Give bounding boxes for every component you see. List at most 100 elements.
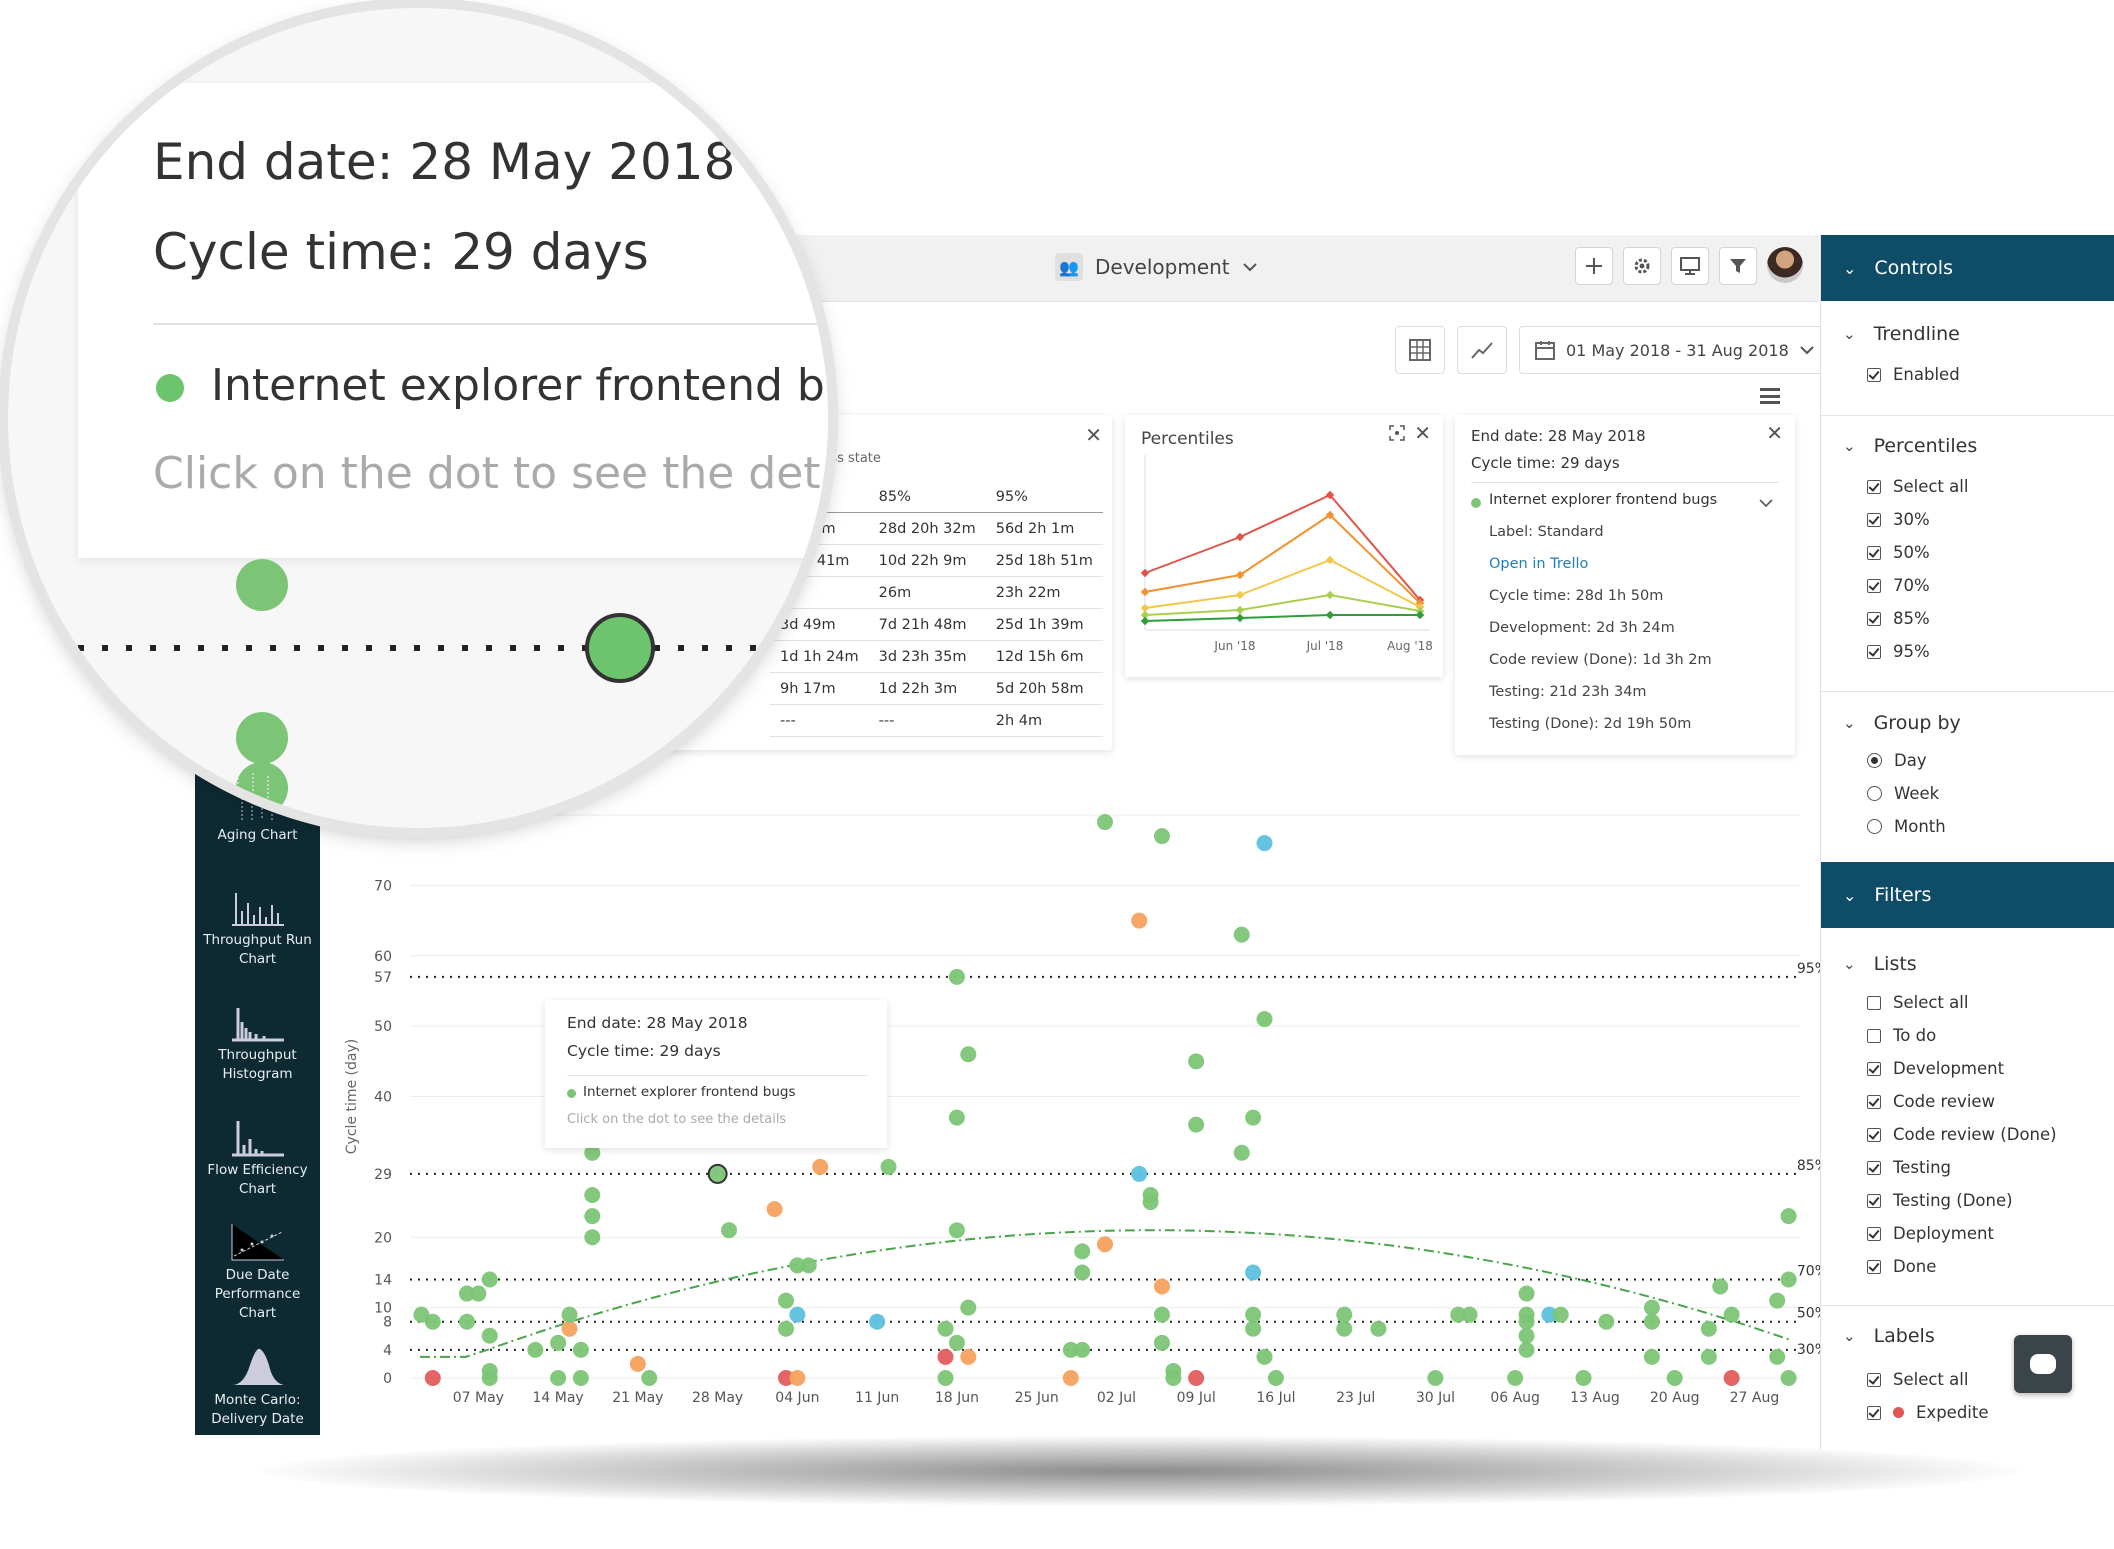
- checkbox[interactable]: [1867, 1226, 1881, 1241]
- date-range-picker[interactable]: 01 May 2018 - 31 Aug 2018: [1519, 326, 1830, 374]
- option-label: Day: [1894, 751, 1927, 770]
- detail-line: Testing: 21d 23h 34m: [1489, 684, 1647, 700]
- data-point: [1507, 1370, 1524, 1386]
- list-option[interactable]: To do: [1867, 1026, 1936, 1045]
- data-point: [641, 1370, 658, 1386]
- chevron-down-icon: ⌄: [1843, 325, 1856, 343]
- x-tick-label: 07 May: [453, 1390, 504, 1406]
- data-point: [721, 1222, 738, 1239]
- checkbox[interactable]: [1867, 1405, 1881, 1420]
- data-point: [1780, 1271, 1797, 1288]
- x-tick-label: 02 Jul: [1097, 1390, 1136, 1406]
- list-option[interactable]: Select all: [1867, 993, 1968, 1012]
- table-cell: 25d 18h 51m: [985, 544, 1103, 577]
- checkbox[interactable]: [1867, 479, 1881, 494]
- percentile-option[interactable]: 85%: [1867, 609, 1930, 628]
- nav-flow-efficiency-chart[interactable]: Flow Efficiency Chart: [195, 1115, 320, 1199]
- checkbox[interactable]: [1867, 367, 1881, 382]
- checkbox[interactable]: [1867, 1028, 1881, 1043]
- line-chart-icon[interactable]: [1457, 326, 1507, 374]
- data-point: [1643, 1348, 1660, 1365]
- checkbox[interactable]: [1867, 545, 1881, 560]
- menu-icon[interactable]: [1760, 388, 1780, 404]
- data-point: [1062, 1370, 1079, 1386]
- checkbox[interactable]: [1867, 512, 1881, 527]
- y-tick-label: 29: [374, 1167, 392, 1183]
- groupby-option-week[interactable]: Week: [1867, 784, 1939, 803]
- trendline-enabled-option[interactable]: Enabled: [1867, 365, 1960, 384]
- right-sidebar: ⌄ Controls ⌄ Trendline Enabled ⌄ Percent…: [1820, 235, 2114, 1450]
- checkbox[interactable]: [1867, 1193, 1881, 1208]
- close-icon[interactable]: ✕: [1085, 423, 1102, 447]
- nav-monte-carlo-delivery-date[interactable]: Monte Carlo: Delivery Date: [195, 1345, 320, 1429]
- section-title: Lists: [1873, 953, 1917, 975]
- list-option[interactable]: Development: [1867, 1059, 2004, 1078]
- percentile-option[interactable]: 30%: [1867, 510, 1930, 529]
- checkbox[interactable]: [1867, 644, 1881, 659]
- nav-throughput-histogram[interactable]: Throughput Histogram: [195, 1000, 320, 1084]
- checkbox[interactable]: [1867, 1259, 1881, 1274]
- list-option[interactable]: Testing (Done): [1867, 1191, 2013, 1210]
- monitor-icon[interactable]: [1671, 247, 1709, 285]
- table-icon[interactable]: [1395, 326, 1445, 374]
- y-tick-label: 57: [374, 970, 392, 986]
- data-point: [584, 1229, 601, 1246]
- gear-icon[interactable]: [1623, 247, 1661, 285]
- radio[interactable]: [1867, 819, 1882, 834]
- checkbox[interactable]: [1867, 1061, 1881, 1076]
- percentile-option[interactable]: 50%: [1867, 543, 1930, 562]
- chevron-down-icon[interactable]: [1759, 499, 1773, 508]
- filter-icon[interactable]: [1719, 247, 1757, 285]
- option-label: Code review: [1893, 1092, 1996, 1111]
- percentiles-section[interactable]: ⌄ Percentiles: [1843, 435, 1977, 457]
- nav-due-date-performance-chart[interactable]: Due Date Performance Chart: [195, 1220, 320, 1323]
- x-tick-label: 30 Jul: [1416, 1390, 1455, 1406]
- list-option[interactable]: Testing: [1867, 1158, 1951, 1177]
- checkbox[interactable]: [1867, 1127, 1881, 1142]
- list-option[interactable]: Deployment: [1867, 1224, 1994, 1243]
- chat-button[interactable]: [2014, 1335, 2072, 1393]
- data-point: [1245, 1264, 1262, 1281]
- groupby-option-day[interactable]: Day: [1867, 751, 1927, 770]
- checkbox[interactable]: [1867, 1094, 1881, 1109]
- data-point: [550, 1370, 567, 1386]
- percentile-option[interactable]: 95%: [1867, 642, 1930, 661]
- open-in-trello-link[interactable]: Open in Trello: [1489, 556, 1588, 572]
- option-label: Deployment: [1893, 1224, 1994, 1243]
- divider: [567, 1075, 867, 1076]
- percentile-marker: [1325, 555, 1335, 565]
- close-icon[interactable]: ✕: [1766, 421, 1783, 445]
- checkbox[interactable]: [1867, 611, 1881, 626]
- checkbox[interactable]: [1867, 1372, 1881, 1387]
- data-point: [481, 1327, 498, 1344]
- checkbox[interactable]: [1867, 995, 1881, 1010]
- percentile-option[interactable]: Select all: [1867, 477, 1968, 496]
- controls-header[interactable]: ⌄ Controls: [1821, 235, 2114, 301]
- nav-throughput-run-chart[interactable]: Throughput Run Chart: [195, 885, 320, 969]
- data-point: [777, 1320, 794, 1337]
- plus-icon[interactable]: [1575, 247, 1613, 285]
- groupby-option-month[interactable]: Month: [1867, 817, 1946, 836]
- list-option[interactable]: Code review (Done): [1867, 1125, 2057, 1144]
- table-cell: 25d 1h 39m: [985, 608, 1103, 641]
- x-tick-label: 06 Aug: [1490, 1390, 1540, 1406]
- lists-section[interactable]: ⌄ Lists: [1843, 953, 1917, 975]
- close-icon[interactable]: ✕: [1414, 421, 1431, 445]
- filters-header[interactable]: ⌄ Filters: [1821, 862, 2114, 928]
- focus-icon[interactable]: [1389, 425, 1405, 445]
- labels-section[interactable]: ⌄ Labels: [1843, 1325, 1935, 1347]
- user-avatar[interactable]: [1767, 247, 1803, 283]
- percentile-option[interactable]: 70%: [1867, 576, 1930, 595]
- radio[interactable]: [1867, 753, 1882, 768]
- radio[interactable]: [1867, 786, 1882, 801]
- groupby-section[interactable]: ⌄ Group by: [1843, 712, 1961, 734]
- checkbox[interactable]: [1867, 1160, 1881, 1175]
- checkbox[interactable]: [1867, 578, 1881, 593]
- trendline-section[interactable]: ⌄ Trendline: [1843, 323, 1960, 345]
- list-option[interactable]: Code review: [1867, 1092, 1995, 1111]
- board-selector[interactable]: 👥 Development: [1055, 253, 1258, 281]
- label-option[interactable]: Select all: [1867, 1370, 1968, 1389]
- divider: [1821, 1305, 2114, 1306]
- list-option[interactable]: Done: [1867, 1257, 1936, 1276]
- label-option-expedite[interactable]: Expedite: [1867, 1403, 1989, 1422]
